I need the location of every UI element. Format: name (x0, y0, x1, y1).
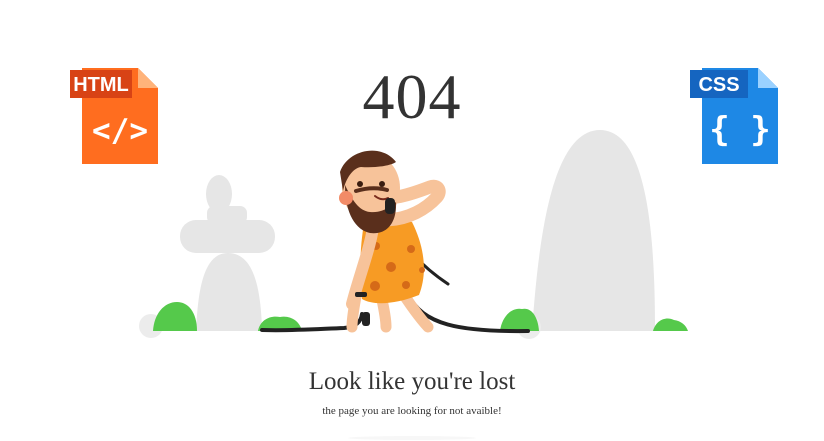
page-heading: Look like you're lost (308, 368, 516, 395)
bottom-fade (348, 436, 476, 440)
caveman-illustration (139, 130, 688, 339)
error-page: HTML </> CSS { } 404 Look like you're lo… (0, 0, 824, 441)
right-rock (517, 130, 655, 339)
caveman-figure (339, 150, 446, 333)
page-message: the page you are looking for not avaible… (322, 405, 502, 417)
